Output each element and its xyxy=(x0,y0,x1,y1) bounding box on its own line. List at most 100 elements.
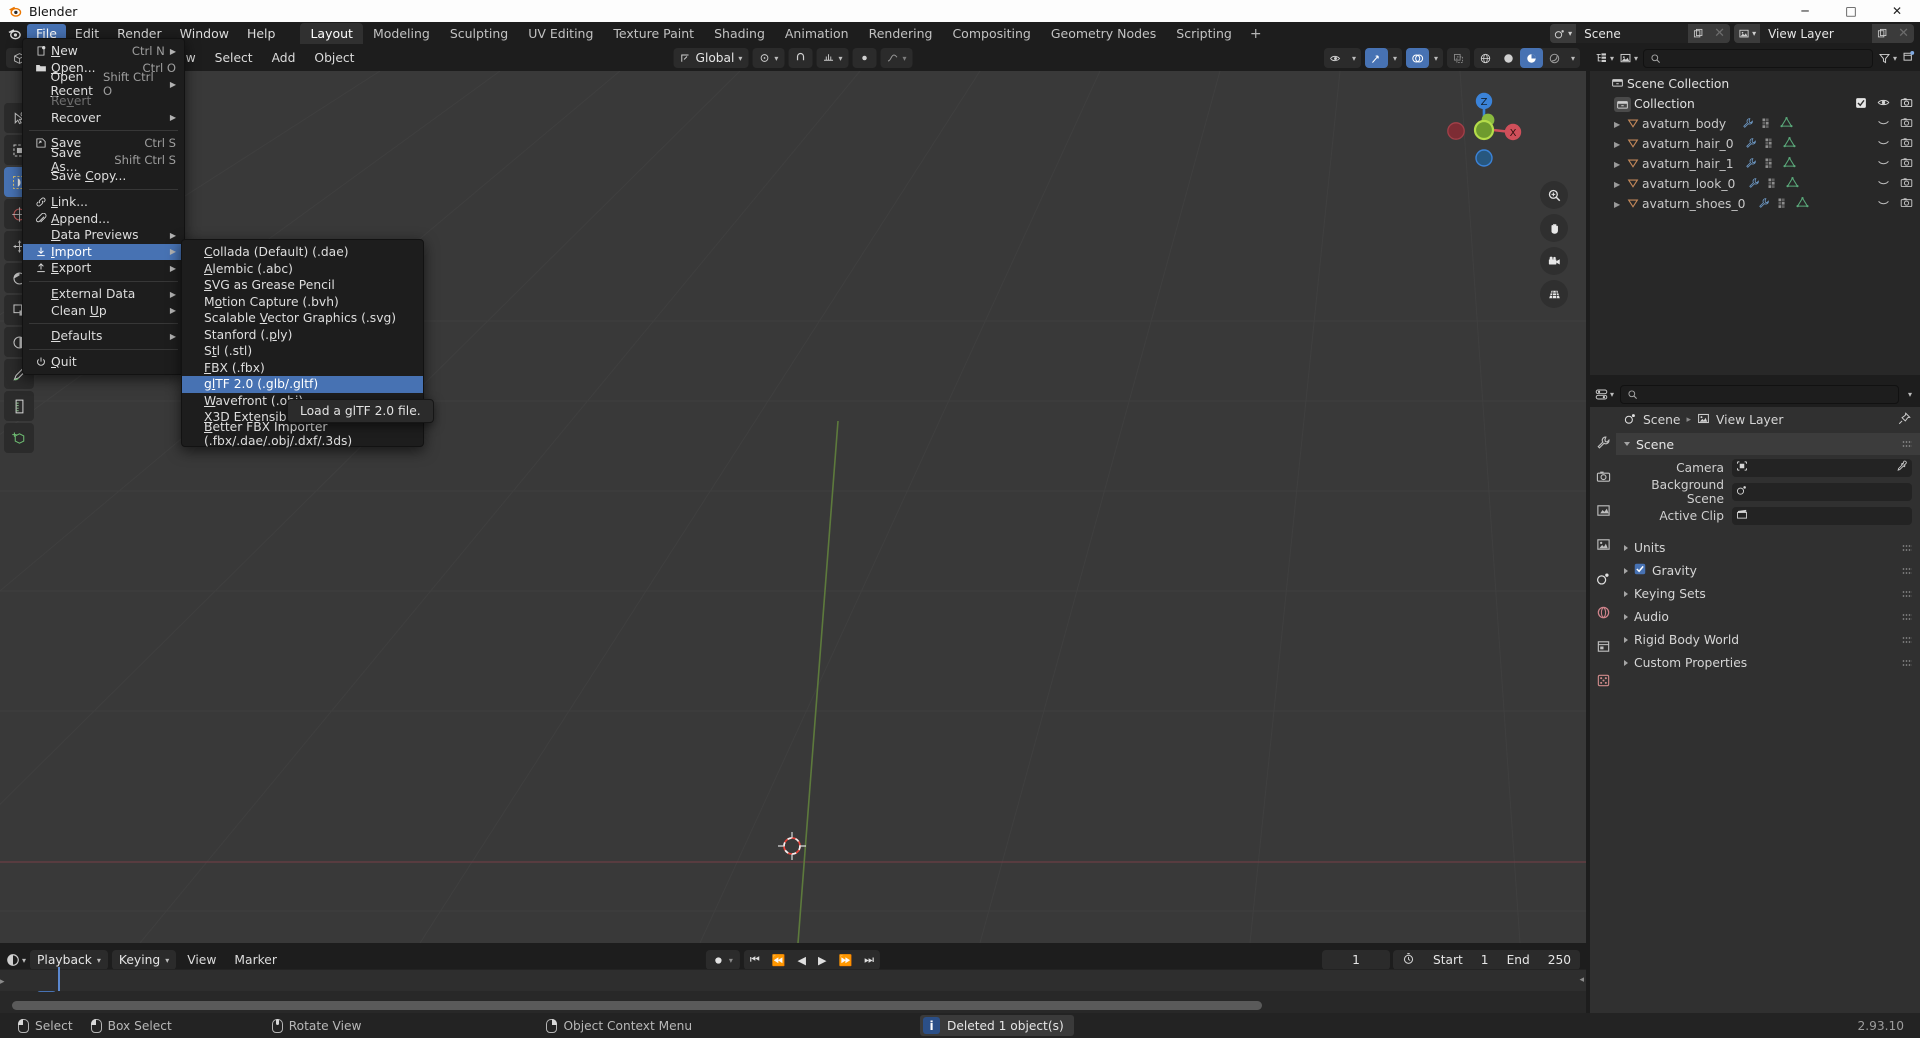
file-menu-item-recover[interactable]: Recover ▶ xyxy=(23,109,184,126)
snap-toggle[interactable] xyxy=(788,48,813,68)
rendered-shading-icon[interactable] xyxy=(1543,48,1566,68)
mesh-data-icon[interactable] xyxy=(1764,157,1776,172)
timeline-playhead[interactable] xyxy=(58,967,60,991)
outliner-new-collection-button[interactable] xyxy=(1902,50,1915,67)
panel-units[interactable]: Units xyxy=(1616,537,1920,558)
scene-selector[interactable]: ▾ Scene ✕ xyxy=(1550,24,1731,43)
file-menu-dropdown[interactable]: New Ctrl N ▶ Open... Ctrl O Open Recent … xyxy=(22,38,185,376)
hide-in-viewport-icon[interactable] xyxy=(1877,116,1890,132)
visibility-icon[interactable] xyxy=(1324,48,1347,68)
timeline-menu-view[interactable]: View xyxy=(180,953,223,967)
end-frame-label[interactable]: End xyxy=(1498,953,1539,967)
overlays-selector[interactable]: ▾ xyxy=(1405,48,1443,68)
breadcrumb-scene[interactable]: Scene xyxy=(1643,413,1681,427)
mesh-triangle-icon[interactable] xyxy=(1786,176,1799,192)
timeline-editor-type[interactable]: ▾ xyxy=(6,953,26,967)
import-item-gltf[interactable]: glTF 2.0 (.glb/.gltf) xyxy=(182,376,423,393)
camera-render-icon[interactable] xyxy=(1900,116,1913,132)
disclosure-triangle[interactable]: ▶ xyxy=(1614,180,1627,189)
panel-rigid-body-world[interactable]: Rigid Body World xyxy=(1616,629,1920,650)
disclosure-triangle[interactable]: ▶ xyxy=(1614,200,1627,209)
wireframe-shading-icon[interactable] xyxy=(1474,48,1497,68)
snap-pivot-selector[interactable]: ▾ xyxy=(752,48,785,68)
outliner-display-mode[interactable]: ▾ xyxy=(1619,52,1638,65)
toggle-orthographic-icon[interactable] xyxy=(1540,280,1568,308)
properties-search-input[interactable] xyxy=(1620,384,1899,404)
viewport-menu-select[interactable]: Select xyxy=(208,51,260,65)
tab-sculpting[interactable]: Sculpting xyxy=(440,23,518,44)
material-preview-shading-icon[interactable] xyxy=(1519,48,1543,68)
keying-dropdown[interactable]: Keying ▾ xyxy=(111,950,177,970)
view-layer-name[interactable]: View Layer xyxy=(1760,24,1873,43)
jump-to-end-button[interactable]: ⏭ xyxy=(858,953,880,967)
outliner-row-avaturn-body[interactable]: ▶ avaturn_body xyxy=(1590,114,1920,134)
file-menu-item-clean-up[interactable]: Clean Up ▶ xyxy=(23,302,184,319)
remove-scene-button[interactable]: ✕ xyxy=(1709,24,1731,43)
transform-orientation-selector[interactable]: Global ▾ xyxy=(673,48,749,68)
modifier-wrench-icon[interactable] xyxy=(1758,197,1770,212)
playback-dropdown[interactable]: Playback ▾ xyxy=(30,950,108,970)
tab-layout[interactable]: Layout xyxy=(300,23,363,44)
file-menu-item-link[interactable]: Link... xyxy=(23,194,184,211)
mesh-triangle-icon[interactable] xyxy=(1783,136,1796,152)
outliner-row-avaturn-hair-1[interactable]: ▶ avaturn_hair_1 xyxy=(1590,154,1920,174)
shading-mode-selector[interactable]: ▾ xyxy=(1473,48,1580,68)
timeline-menu-marker[interactable]: Marker xyxy=(227,953,284,967)
gizmo-selector[interactable]: ▾ xyxy=(1364,48,1402,68)
menu-help[interactable]: Help xyxy=(238,24,285,43)
background-scene-field[interactable] xyxy=(1732,483,1912,501)
properties-options-dropdown[interactable]: ▾ xyxy=(1905,390,1915,399)
panel-gravity[interactable]: Gravity xyxy=(1616,560,1920,581)
panel-audio[interactable]: Audio xyxy=(1616,606,1920,627)
camera-render-icon[interactable] xyxy=(1900,136,1913,152)
add-workspace-button[interactable]: + xyxy=(1242,24,1270,44)
tab-tool[interactable] xyxy=(1596,435,1611,454)
tab-texture[interactable] xyxy=(1596,673,1611,692)
jump-to-start-button[interactable]: ⏮ xyxy=(744,953,766,967)
import-item-fbx[interactable]: FBX (.fbx) xyxy=(182,360,423,377)
pan-hand-icon[interactable] xyxy=(1540,214,1568,242)
visibility-selector[interactable]: ▾ xyxy=(1323,48,1361,68)
close-button[interactable]: ✕ xyxy=(1874,0,1920,22)
timeline-track[interactable] xyxy=(0,969,1586,991)
outliner-search-input[interactable] xyxy=(1643,48,1873,68)
properties-editor-type[interactable]: ▾ xyxy=(1595,388,1614,401)
xray-toggle[interactable] xyxy=(1446,48,1470,68)
viewport-canvas[interactable]: Z X xyxy=(0,71,1586,943)
outliner-row-avaturn-look-0[interactable]: ▶ avaturn_look_0 xyxy=(1590,174,1920,194)
import-item-scalable-vector-graphics[interactable]: Scalable Vector Graphics (.svg) xyxy=(182,310,423,327)
mesh-data-icon[interactable] xyxy=(1767,177,1779,192)
import-item-alembic[interactable]: Alembic (.abc) xyxy=(182,261,423,278)
hide-in-viewport-icon[interactable] xyxy=(1877,196,1890,212)
proportional-falloff-selector[interactable]: ▾ xyxy=(880,48,913,68)
outliner-row-avaturn-hair-0[interactable]: ▶ avaturn_hair_0 xyxy=(1590,134,1920,154)
collection-checkbox[interactable] xyxy=(1855,97,1867,112)
modifier-wrench-icon[interactable] xyxy=(1745,157,1757,172)
file-menu-item-append[interactable]: Append... xyxy=(23,210,184,227)
modifier-wrench-icon[interactable] xyxy=(1742,117,1754,132)
snap-settings[interactable]: ▾ xyxy=(816,48,849,68)
modifier-wrench-icon[interactable] xyxy=(1748,177,1760,192)
timeline-expand-arrow[interactable]: ▸ xyxy=(0,977,5,987)
timeline-collapse-arrow[interactable]: ◂ xyxy=(1579,975,1584,985)
solid-shading-icon[interactable] xyxy=(1497,48,1520,68)
camera-render-icon[interactable] xyxy=(1900,196,1913,212)
maximize-button[interactable]: □ xyxy=(1828,0,1874,22)
tab-compositing[interactable]: Compositing xyxy=(942,23,1040,44)
view-layer-selector[interactable]: ▾ View Layer ✕ xyxy=(1734,24,1914,43)
scene-icon[interactable]: ▾ xyxy=(1550,24,1577,43)
modifier-wrench-icon[interactable] xyxy=(1745,137,1757,152)
tab-animation[interactable]: Animation xyxy=(775,23,859,44)
file-menu-item-save-copy[interactable]: Save Copy... xyxy=(23,168,184,185)
camera-field[interactable] xyxy=(1732,459,1912,477)
tab-modeling[interactable]: Modeling xyxy=(363,23,440,44)
mesh-triangle-icon[interactable] xyxy=(1783,156,1796,172)
outliner-editor-type[interactable]: ▾ xyxy=(1595,52,1614,65)
hide-in-viewport-icon[interactable] xyxy=(1877,136,1890,152)
file-menu-item-data-previews[interactable]: Data Previews ▶ xyxy=(23,227,184,244)
breadcrumb-view-layer[interactable]: View Layer xyxy=(1716,413,1783,427)
camera-render-icon[interactable] xyxy=(1900,176,1913,192)
outliner-row-scene-collection[interactable]: Scene Collection xyxy=(1590,74,1920,94)
status-report[interactable]: i Deleted 1 object(s) xyxy=(920,1015,1074,1036)
mesh-data-icon[interactable] xyxy=(1761,117,1773,132)
